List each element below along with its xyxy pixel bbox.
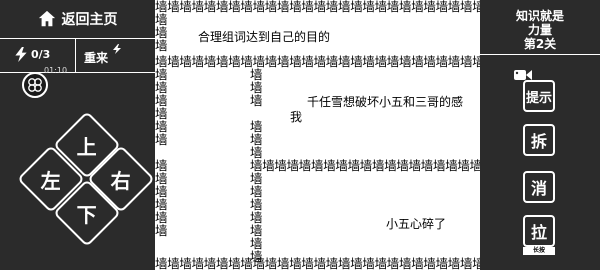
pull-label: 拉 bbox=[530, 223, 547, 242]
pull-button[interactable]: 拉 bbox=[523, 215, 555, 247]
wall-row-middle: 墙墙墙墙墙墙墙墙墙墙墙墙墙墙墙墙墙墙墙墙墙墙墙墙墙墙墙墙墙墙 bbox=[250, 159, 480, 172]
wall-col-left-lower: 墙墙墙墙墙墙 bbox=[155, 159, 168, 237]
retry-lightning-icon bbox=[113, 44, 121, 54]
game-screen: 返回主页 0/3 01:10 重来 上 左 右 下 墙墙墙墙墙墙墙墙墙墙墙墙墙墙… bbox=[0, 0, 600, 270]
wall-row-second: 墙墙墙墙墙墙墙墙墙墙墙墙墙墙墙墙墙墙墙墙墙墙墙墙墙墙墙墙墙墙 bbox=[155, 55, 480, 68]
energy-counter: 0/3 bbox=[14, 47, 50, 62]
wall-col-left-mid: 墙墙墙墙墙墙 bbox=[155, 68, 168, 146]
right-tool-panel: 知识就是 力量 第2关 提示 拆 消 拉 长按 bbox=[480, 0, 600, 270]
wall-col-inner-lower: 墙墙墙墙墙墙墙 bbox=[250, 172, 263, 263]
split-button[interactable]: 拆 bbox=[523, 124, 555, 156]
dpad-down-label: 下 bbox=[77, 202, 97, 227]
level-title: 知识就是 力量 第2关 bbox=[480, 0, 600, 55]
remove-label: 消 bbox=[530, 179, 547, 198]
lightning-icon bbox=[15, 47, 27, 62]
clue-text-3[interactable]: 小五心碎了 bbox=[386, 215, 446, 232]
wall-col-left-upper: 墙墙墙 bbox=[155, 13, 168, 52]
clue-text-2[interactable]: 千任雪想破坏小五和三哥的感 bbox=[307, 93, 463, 110]
split-label: 拆 bbox=[530, 132, 547, 151]
menu-button[interactable] bbox=[22, 72, 48, 98]
clover-icon bbox=[28, 78, 42, 92]
dpad-left-label: 左 bbox=[41, 168, 61, 193]
energy-value: 0/3 bbox=[31, 48, 51, 61]
home-label: 返回主页 bbox=[61, 12, 118, 28]
stats-divider bbox=[75, 39, 76, 72]
home-icon bbox=[38, 10, 55, 27]
wall-row-top: 墙墙墙墙墙墙墙墙墙墙墙墙墙墙墙墙墙墙墙墙墙墙墙墙墙墙墙墙墙墙 bbox=[155, 0, 480, 13]
left-control-panel: 返回主页 0/3 01:10 重来 上 左 右 下 bbox=[0, 0, 155, 270]
remove-button[interactable]: 消 bbox=[523, 171, 555, 203]
wall-col-inner-mid: 墙墙墙 bbox=[250, 120, 263, 159]
hint-button[interactable]: 提示 bbox=[523, 80, 555, 112]
hint-label: 提示 bbox=[525, 90, 552, 106]
level-title-line2: 力量 bbox=[527, 23, 552, 37]
wall-row-bottom: 墙墙墙墙墙墙墙墙墙墙墙墙墙墙墙墙墙墙墙墙墙墙墙墙墙墙墙墙墙墙 bbox=[155, 257, 480, 270]
retry-button[interactable]: 重来 bbox=[84, 49, 108, 66]
home-button[interactable]: 返回主页 bbox=[0, 0, 155, 39]
level-title-line1: 知识就是 bbox=[515, 9, 564, 23]
pull-long-press-label: 长按 bbox=[523, 247, 555, 255]
dpad-up-label: 上 bbox=[77, 134, 97, 159]
wall-col-inner-top: 墙墙墙 bbox=[250, 68, 263, 107]
energy-timer: 01:10 bbox=[44, 66, 68, 75]
stats-bar: 0/3 01:10 重来 bbox=[0, 39, 155, 75]
maze-area: 墙墙墙墙墙墙墙墙墙墙墙墙墙墙墙墙墙墙墙墙墙墙墙墙墙墙墙墙墙墙 墙墙墙 墙墙墙墙墙… bbox=[155, 0, 480, 270]
level-number: 第2关 bbox=[523, 37, 557, 51]
clue-text-1[interactable]: 合理组词达到自己的目的 bbox=[198, 28, 330, 45]
dpad-right-label: 右 bbox=[111, 168, 131, 193]
clue-text-2b[interactable]: 我 bbox=[290, 108, 302, 125]
